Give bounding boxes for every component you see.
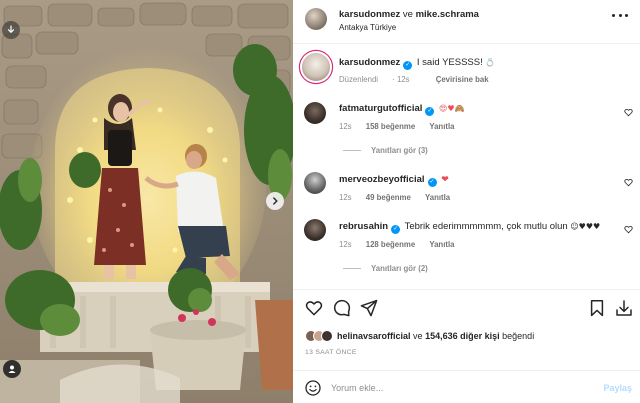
comment-meta: 12s 158 beğenme Yanıtla xyxy=(339,122,454,131)
replies-line xyxy=(343,150,361,151)
caption-line: karsudonmez ✓ I said YESSSS! 💍 xyxy=(339,57,495,70)
likes-others[interactable]: 154,636 diğer kişi xyxy=(425,331,500,341)
user-tag-icon xyxy=(8,365,16,373)
more-horizontal-icon xyxy=(612,13,615,17)
see-translation-link[interactable]: Çevirisine bak xyxy=(436,75,489,84)
verified-icon: ✓ xyxy=(425,107,435,116)
bookmark-icon[interactable] xyxy=(588,299,606,317)
more-dot xyxy=(625,13,628,17)
caption-edited: Düzenlendi · 12s xyxy=(339,75,410,84)
comment-avatar[interactable] xyxy=(304,172,326,194)
likes-suffix: beğendi xyxy=(502,331,535,341)
more-dot xyxy=(618,13,622,17)
download-icon[interactable] xyxy=(615,299,633,317)
post-authors: karsudonmez ve mike.schrama xyxy=(339,9,479,20)
comment-avatar[interactable] xyxy=(304,219,326,241)
post-header: karsudonmez ve mike.schrama Antakya Türk… xyxy=(293,0,640,44)
heart-outline-icon[interactable] xyxy=(624,108,633,117)
comment-likes[interactable]: 49 beğenme xyxy=(366,193,411,202)
comment-input[interactable] xyxy=(331,380,581,396)
post-timestamp: 13 SAAT ÖNCE xyxy=(305,349,357,356)
reply-button[interactable]: Yanıtla xyxy=(425,193,450,202)
comment-text: Tebrik ederimmmmmm, çok mutlu olun xyxy=(404,221,568,232)
comment-username[interactable]: fatmaturgutofficial xyxy=(339,103,422,114)
author-avatar[interactable] xyxy=(305,8,327,30)
comment-emoji: ❤ xyxy=(441,175,449,185)
comment-username[interactable]: merveozbeyofficial xyxy=(339,174,425,185)
comment-age: 12s xyxy=(339,240,352,249)
first-liker[interactable]: helinavsarofficial xyxy=(337,331,411,341)
chevron-right-icon xyxy=(273,197,278,205)
post-location[interactable]: Antakya Türkiye xyxy=(339,23,396,32)
smiley-icon[interactable] xyxy=(305,380,321,396)
comment-icon[interactable] xyxy=(333,299,351,317)
download-icon xyxy=(7,25,15,34)
likes-summary[interactable]: helinavsarofficial ve 154,636 diğer kişi… xyxy=(305,329,534,343)
caption-meta: Düzenlendi · 12s Çevirisine bak xyxy=(339,75,489,84)
comment-avatar[interactable] xyxy=(304,102,326,124)
paper-plane-icon[interactable] xyxy=(360,299,378,317)
proposal-photo xyxy=(0,0,293,403)
view-replies-label: Yanıtları gör (2) xyxy=(371,264,428,273)
view-replies-label: Yanıtları gör (3) xyxy=(371,146,428,155)
replies-line xyxy=(343,268,361,269)
caption-avatar[interactable] xyxy=(302,53,330,81)
likes-joiner: ve xyxy=(413,331,423,341)
comment-username[interactable]: rebrusahin xyxy=(339,221,388,232)
reply-button[interactable]: Yanıtla xyxy=(429,122,454,131)
post-details-panel: karsudonmez ve mike.schrama Antakya Türk… xyxy=(293,0,640,403)
comment-line: merveozbeyofficial ✓ ❤ xyxy=(339,174,449,187)
comment-meta: 12s 128 beğenme Yanıtla xyxy=(339,240,454,249)
tagged-users-button[interactable] xyxy=(3,360,21,378)
comment-age: 12s xyxy=(339,193,352,202)
comment-meta: 12s 49 beğenme Yanıtla xyxy=(339,193,450,202)
view-replies-button[interactable]: Yanıtları gör (3) xyxy=(343,146,428,155)
likes-text: helinavsarofficial ve 154,636 diğer kişi… xyxy=(337,331,534,341)
comment-likes[interactable]: 128 beğenme xyxy=(366,240,415,249)
comment-line: fatmaturgutofficial ✓ 😍♥🙈 xyxy=(339,103,465,116)
post-photo[interactable] xyxy=(0,0,293,403)
comment-likes[interactable]: 158 beğenme xyxy=(366,122,415,131)
author-username[interactable]: karsudonmez xyxy=(339,9,400,20)
authors-separator: ve xyxy=(402,9,413,20)
comment-emoji: ☺♥♥♥ xyxy=(570,222,601,231)
download-button[interactable] xyxy=(2,21,20,39)
caption-username[interactable]: karsudonmez xyxy=(339,57,400,68)
post-comment-button[interactable]: Paylaş xyxy=(603,383,632,393)
coauthor-username[interactable]: mike.schrama xyxy=(416,9,479,20)
action-bar xyxy=(293,289,640,325)
heart-outline-icon[interactable] xyxy=(624,178,633,187)
edited-label: Düzenlendi xyxy=(339,75,379,84)
view-replies-button[interactable]: Yanıtları gör (2) xyxy=(343,264,428,273)
reply-button[interactable]: Yanıtla xyxy=(429,240,454,249)
verified-icon: ✓ xyxy=(427,178,437,187)
caption-emoji: 💍 xyxy=(485,58,496,67)
caption-text: I said YESSSS! xyxy=(416,57,483,68)
more-options-button[interactable] xyxy=(612,9,628,21)
comment-box: Paylaş xyxy=(293,370,640,403)
caption-age: 12s xyxy=(396,75,410,84)
comment-line: rebrusahin ✓ Tebrik ederimmmmmm, çok mutl… xyxy=(339,221,600,234)
liker-avatar xyxy=(321,330,333,342)
verified-icon: ✓ xyxy=(391,225,401,234)
comment-emoji: 😍♥🙈 xyxy=(439,104,465,113)
heart-outline-icon[interactable] xyxy=(305,299,323,317)
verified-icon: ✓ xyxy=(403,61,413,70)
next-image-button[interactable] xyxy=(266,192,284,210)
comment-age: 12s xyxy=(339,122,352,131)
heart-outline-icon[interactable] xyxy=(624,225,633,234)
